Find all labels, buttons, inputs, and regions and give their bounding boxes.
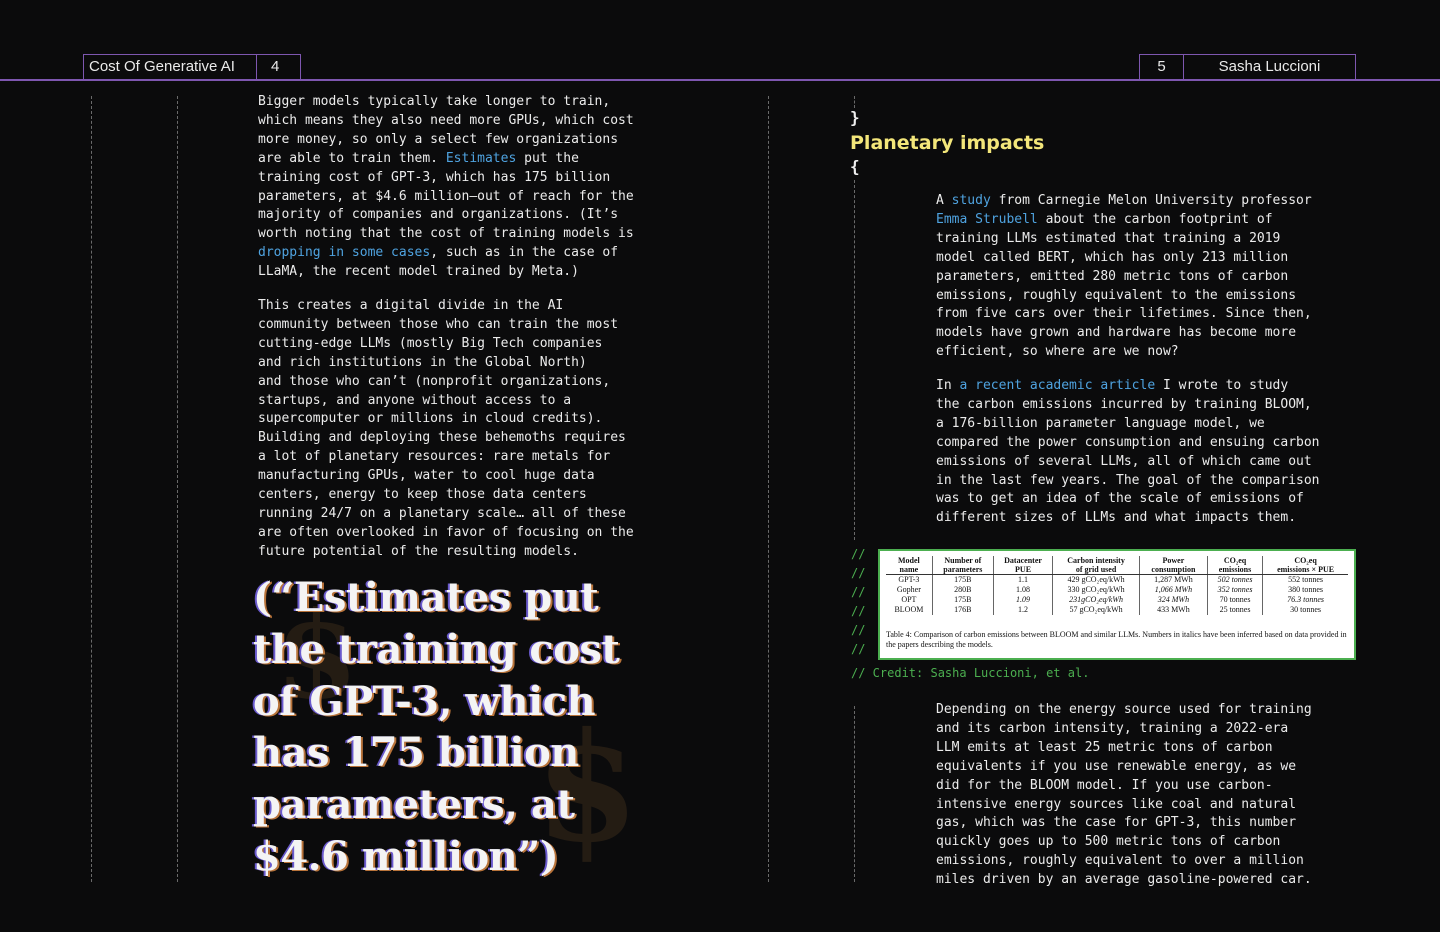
inline-link[interactable]: study (952, 193, 991, 208)
table-cell: 30 tonnes (1262, 605, 1348, 615)
table-cell: 175B (931, 574, 994, 585)
table-caption: Table 4: Comparison of carbon emissions … (886, 630, 1347, 649)
pull-quote: (“Estimates put the training cost of GPT… (253, 574, 620, 880)
table-cell: 175B (931, 595, 994, 605)
table-cell: 1.08 (992, 585, 1053, 595)
text-run: In (936, 378, 960, 393)
section-heading: Planetary impacts (850, 132, 1045, 154)
inline-link[interactable]: dropping in some cases (258, 245, 430, 260)
table-header-cell: Carbon intensity of grid used (1052, 556, 1140, 575)
table-cell: 1,287 MWh (1138, 574, 1208, 585)
comment-marker: // (851, 547, 866, 561)
figure-credit: // Credit: Sasha Luccioni, et al. (851, 666, 1090, 680)
table-cell: 433 MWh (1138, 605, 1208, 615)
table-header-cell: CO₂eq emissions (1206, 556, 1263, 575)
comment-marker: // (851, 604, 866, 618)
margin-line-left-1 (91, 96, 92, 882)
opening-brace: { (850, 157, 860, 176)
inline-link[interactable]: Emma Strubell (936, 212, 1038, 227)
right-paragraph-2: In a recent academic article I wrote to … (936, 377, 1320, 528)
text-run: from Carnegie Melon University professor (998, 193, 1312, 208)
header-right-author: Sasha Luccioni (1183, 54, 1356, 80)
table-header-cell: Model name (886, 556, 933, 575)
table-cell: 429 gCO₂eq/kWh (1052, 574, 1140, 585)
comment-marker: // (851, 623, 866, 637)
table-cell: OPT (901, 595, 917, 604)
left-paragraph-2: This creates a digital divide in the AI … (258, 298, 634, 559)
table-cell: 352 tonnes (1206, 585, 1263, 595)
margin-line-left-2 (177, 96, 178, 882)
table-cell: Gopher (896, 585, 921, 594)
table-cell: 70 tonnes (1206, 595, 1263, 605)
emissions-table-figure: Model name Number of parameters Datacenter… (878, 549, 1356, 660)
header-right-page-number: 5 (1139, 54, 1184, 80)
comment-marker: // (851, 642, 866, 656)
table-row: BLOOM 176B 1.2 57 gCO₂eq/kWh 433 MWh 25 tonne… (886, 605, 1348, 615)
closing-brace: } (850, 108, 860, 127)
table-header-cell: Datacenter PUE (992, 556, 1053, 575)
left-paragraph-1: Bigger models typically take longer to t… (258, 93, 634, 282)
table-cell: BLOOM (894, 605, 924, 614)
table-cell: 1.2 (992, 605, 1053, 615)
table-cell: GPT-3 (898, 575, 920, 584)
table-cell: 176B (931, 605, 994, 615)
margin-line-center (768, 96, 769, 882)
table-cell: 1.1 (992, 574, 1053, 585)
inline-link[interactable]: Estimates (446, 151, 516, 166)
table-cell: 1.09 (992, 595, 1053, 605)
table-row: OPT 175B 1.09 231gCO₂eq/kWh 324 MWh 70 tonnes… (886, 595, 1348, 605)
table-header-cell: Power consumption (1138, 556, 1208, 575)
table-cell: 330 gCO₂eq/kWh (1052, 585, 1140, 595)
margin-line-right-bottom (854, 706, 855, 882)
table-cell: 25 tonnes (1206, 605, 1263, 615)
right-paragraph-1: A study from Carnegie Melon University p… (936, 192, 1312, 362)
table-cell: 324 MWh (1138, 595, 1208, 605)
table-cell: 231gCO₂eq/kWh (1052, 595, 1140, 605)
text-run: I wrote to study the carbon emissions in… (936, 378, 1320, 526)
table-cell: 57 gCO₂eq/kWh (1052, 605, 1140, 615)
comment-marker: // (851, 585, 866, 599)
table-cell: 552 tonnes (1262, 574, 1348, 585)
comment-marker: // (851, 566, 866, 580)
table-row: Gopher 280B 1.08 330 gCO₂eq/kWh 1,066 MWh 352… (886, 585, 1348, 595)
emissions-table: Model name Number of parameters Datacenter… (886, 556, 1348, 615)
right-paragraph-3: Depending on the energy source used for … (936, 702, 1312, 888)
table-cell: 1,066 MWh (1138, 585, 1208, 595)
text-run: A (936, 193, 952, 208)
table-cell: 502 tonnes (1206, 574, 1263, 585)
margin-line-right-top (854, 96, 855, 108)
text-run: about the carbon footprint of training L… (936, 211, 1312, 360)
header-left-page-number: 4 (256, 54, 301, 80)
table-cell: 380 tonnes (1262, 585, 1348, 595)
header-left-title: Cost Of Generative AI (83, 54, 257, 80)
inline-link[interactable]: a recent academic article (959, 378, 1155, 393)
table-cell: 280B (931, 585, 994, 595)
margin-line-right-mid (854, 180, 855, 540)
table-header-cell: Number of parameters (931, 556, 994, 575)
table-header-cell: CO₂eq emissions × PUE (1262, 556, 1348, 575)
table-cell: 76.3 tonnes (1262, 595, 1348, 605)
table-row: GPT-3 175B 1.1 429 gCO₂eq/kWh 1,287 MWh 502 t… (886, 574, 1348, 585)
